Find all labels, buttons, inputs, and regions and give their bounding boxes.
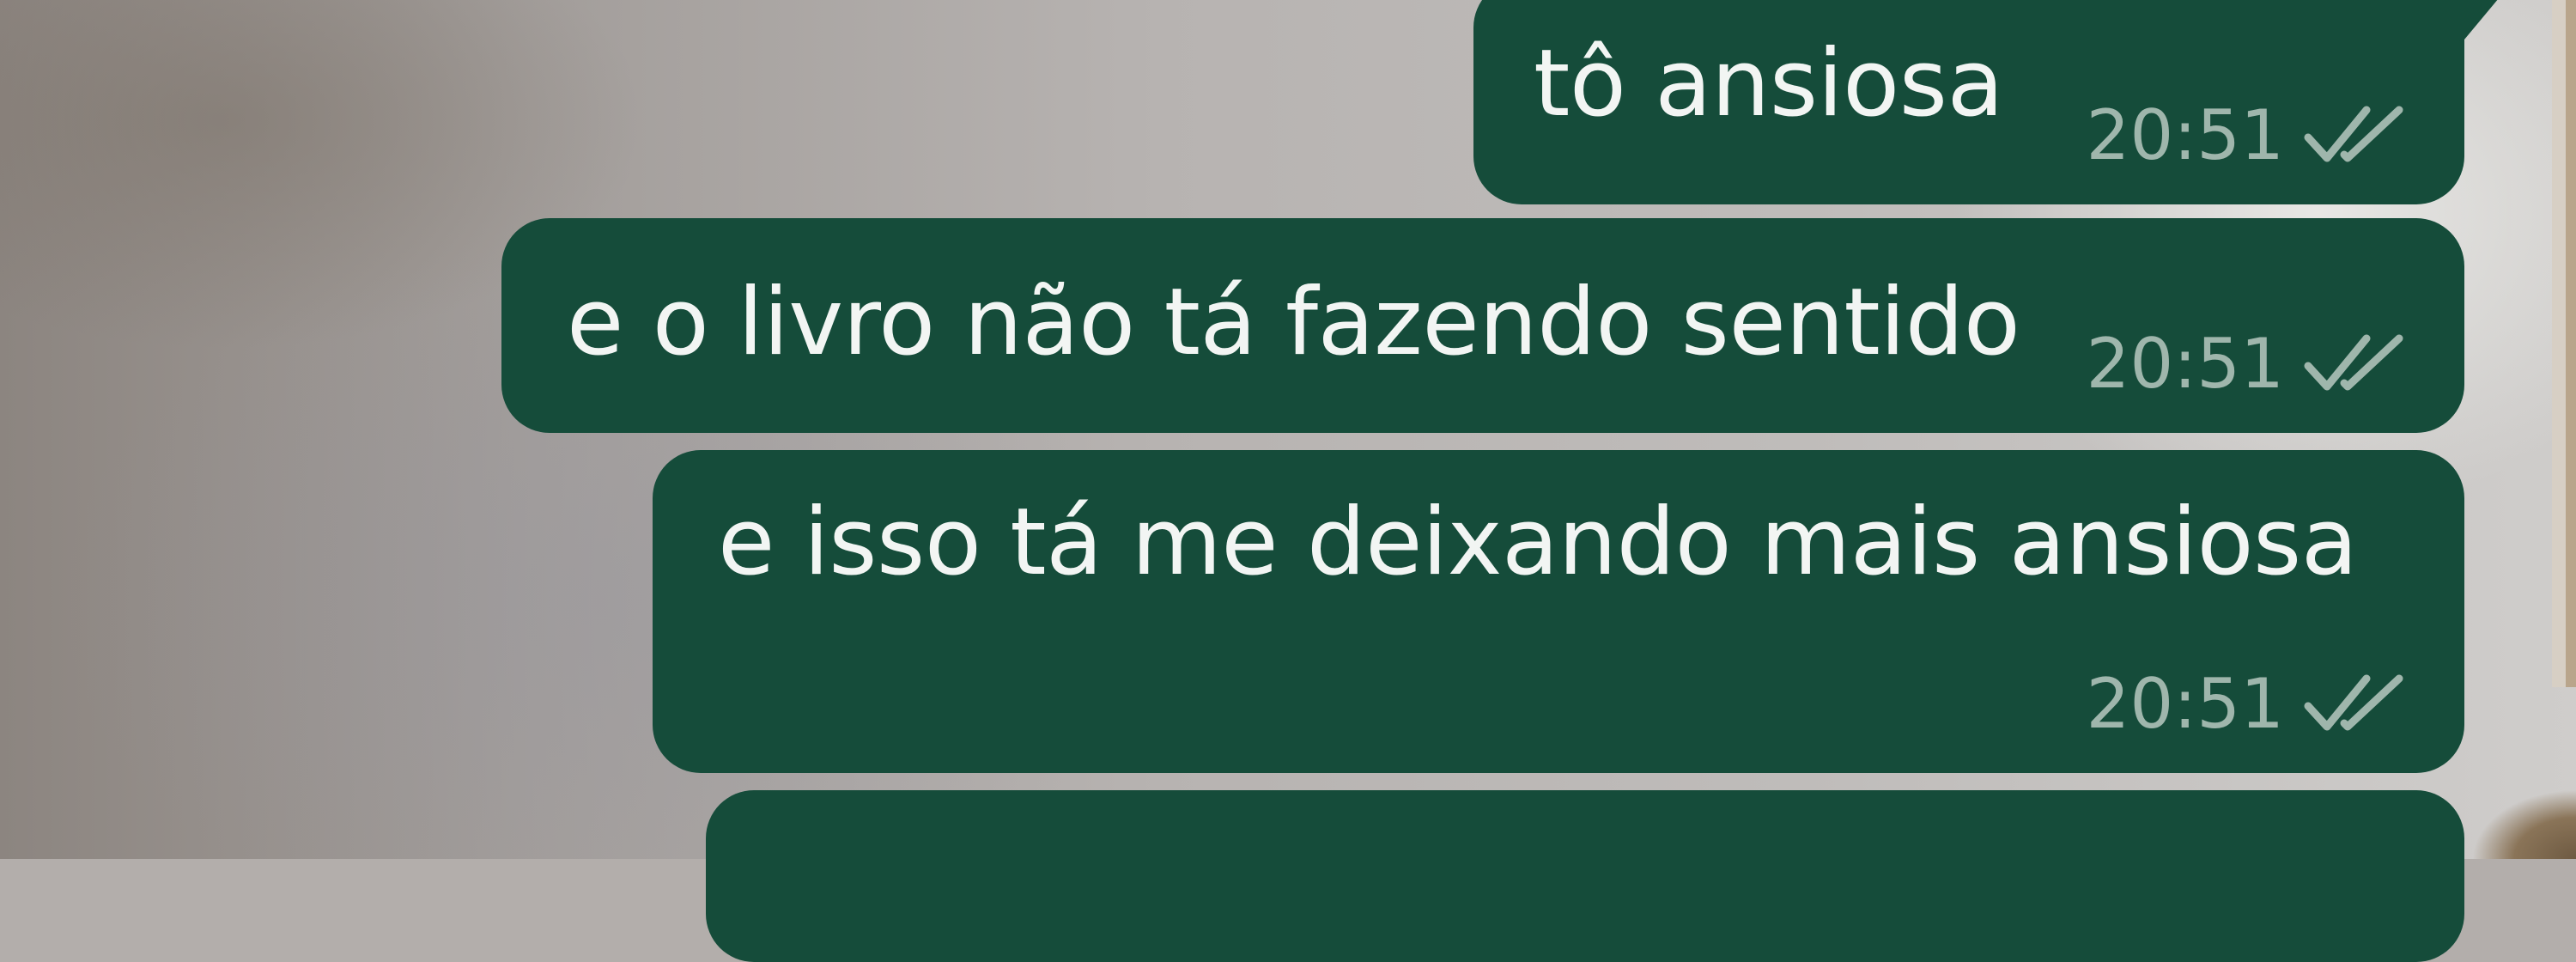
message-text: e o livro não tá fazendo sentido [567, 269, 2020, 376]
message-timestamp: 20:51 [2086, 324, 2284, 404]
outgoing-message-bubble-partial[interactable] [706, 790, 2464, 962]
message-text: e isso tá me deixando mais ansiosa [718, 489, 2358, 596]
outgoing-message-bubble[interactable]: e isso tá me deixando mais ansiosa 20:51 [653, 450, 2464, 773]
message-meta: 20:51 [2086, 101, 2409, 170]
message-timestamp: 20:51 [2086, 664, 2284, 744]
bubble-tail [2411, 0, 2498, 42]
double-check-icon [2304, 334, 2403, 391]
message-meta: 20:51 [2086, 670, 2409, 739]
message-list[interactable]: tô ansiosa 20:51 e o livro não tá fazend… [0, 0, 2576, 962]
message-timestamp: 20:51 [2086, 95, 2284, 175]
double-check-icon [2304, 106, 2403, 162]
message-meta: 20:51 [2086, 330, 2409, 399]
outgoing-message-bubble[interactable]: e o livro não tá fazendo sentido 20:51 [501, 218, 2464, 433]
double-check-icon [2304, 674, 2403, 731]
message-text: tô ansiosa [1534, 30, 2004, 137]
outgoing-message-bubble[interactable]: tô ansiosa 20:51 [1473, 0, 2498, 204]
